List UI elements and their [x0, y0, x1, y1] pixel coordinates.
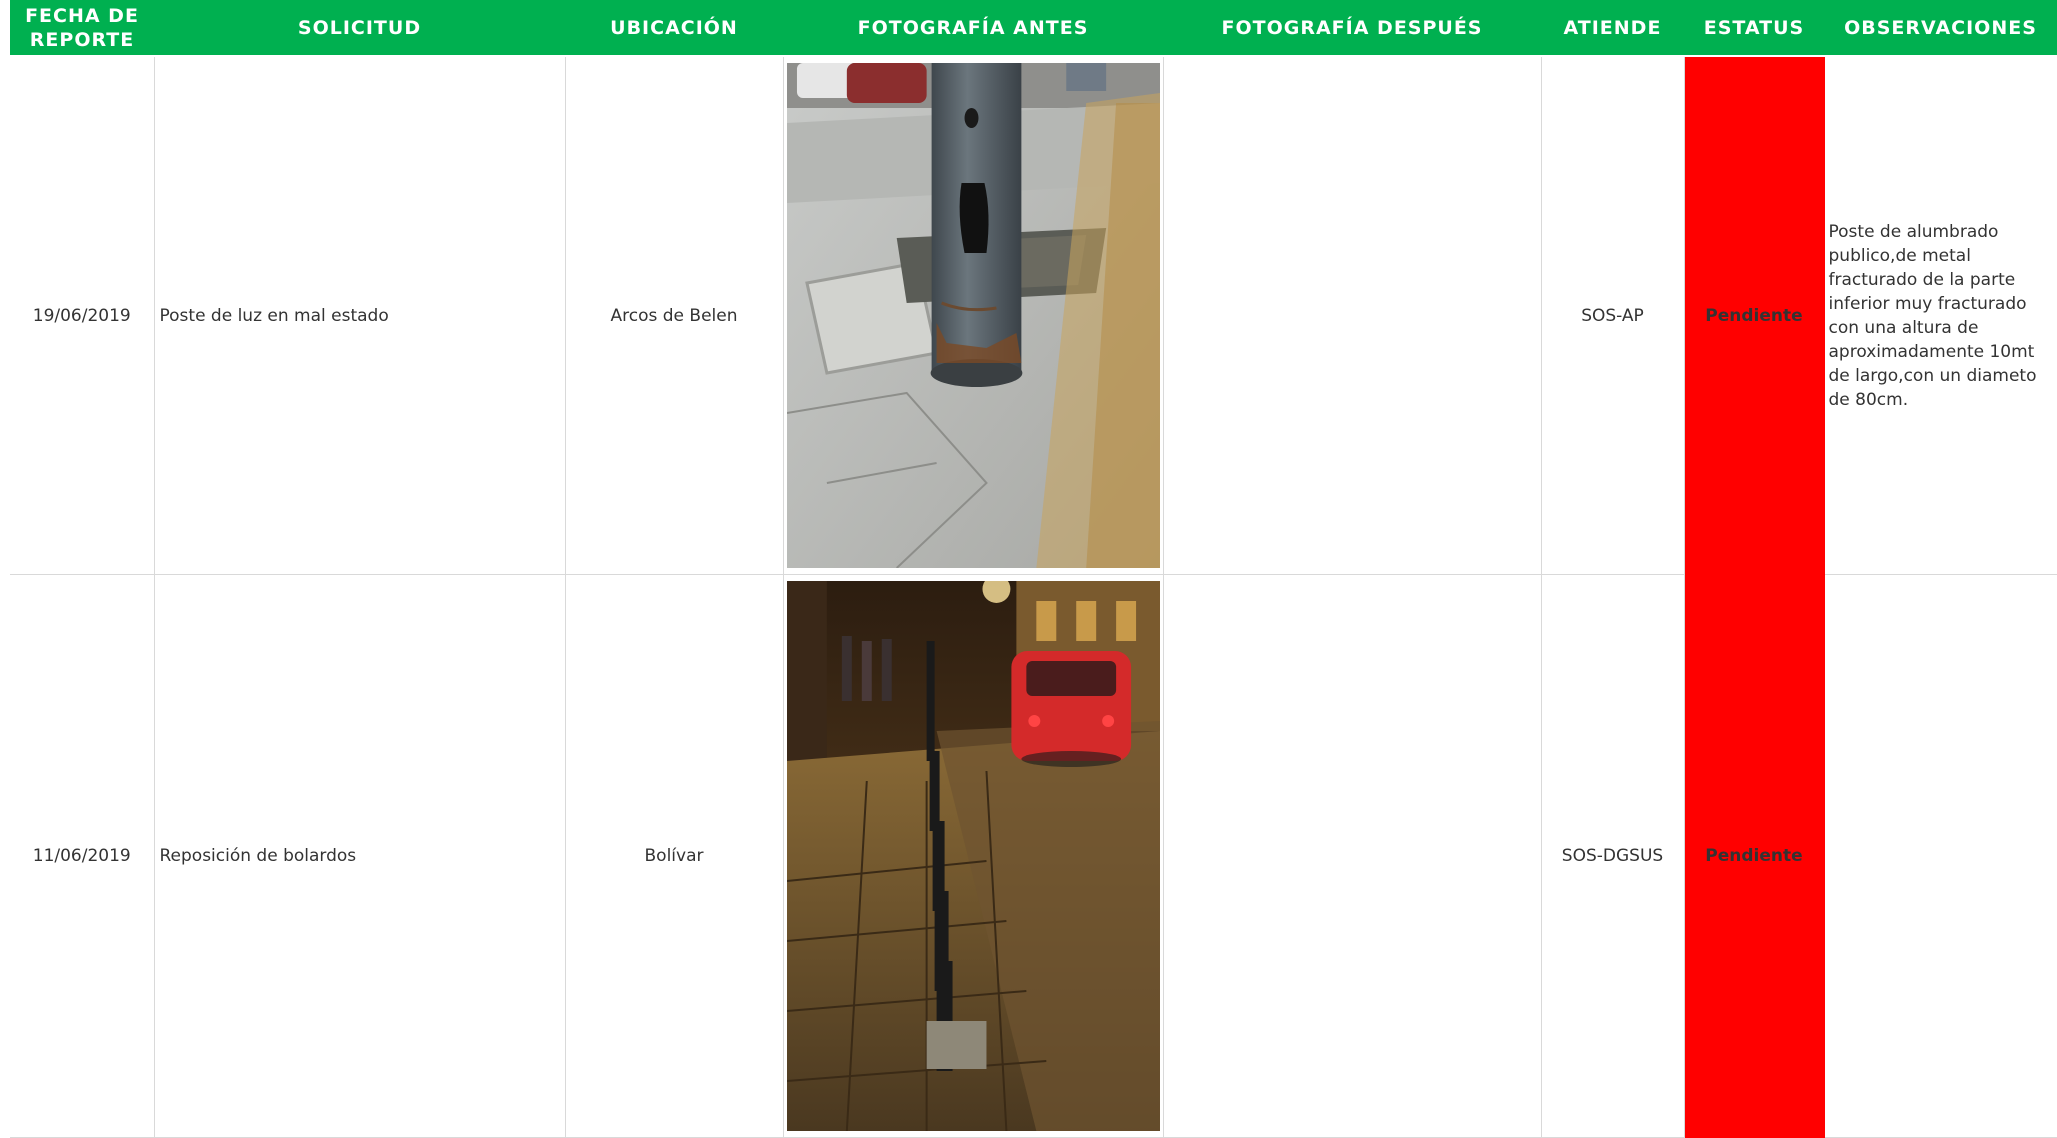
header-solicitud: SOLICITUD	[154, 0, 565, 57]
report-sheet: FECHA DE REPORTE SOLICITUD UBICACIÓN FOT…	[10, 0, 2057, 1138]
cell-observaciones	[1824, 574, 2057, 1138]
cell-atiende: SOS-AP	[1541, 56, 1685, 575]
cell-solicitud: Poste de luz en mal estado	[154, 56, 566, 575]
header-atiende: ATIENDE	[1541, 0, 1684, 57]
cell-solicitud: Reposición de bolardos	[154, 574, 566, 1138]
report-table: FECHA DE REPORTE SOLICITUD UBICACIÓN FOT…	[10, 0, 2057, 1138]
header-foto-antes: FOTOGRAFÍA ANTES	[783, 0, 1163, 57]
cell-foto-despues	[1163, 56, 1542, 575]
cell-foto-antes	[783, 574, 1164, 1138]
cell-ubicacion: Arcos de Belen	[565, 56, 784, 575]
status-badge: Pendiente	[1684, 56, 1825, 575]
broken-lamp-post-photo	[786, 63, 1160, 568]
status-badge: Pendiente	[1684, 574, 1825, 1138]
header-fecha: FECHA DE REPORTE	[10, 0, 154, 57]
header-foto-despues: FOTOGRAFÍA DESPUÉS	[1163, 0, 1541, 57]
table-row: 19/06/2019 Poste de luz en mal estado Ar…	[10, 56, 2057, 575]
cell-foto-despues	[1163, 574, 1542, 1138]
header-row: FECHA DE REPORTE SOLICITUD UBICACIÓN FOT…	[10, 0, 2057, 57]
header-ubicacion: UBICACIÓN	[565, 0, 783, 57]
cell-fecha: 11/06/2019	[10, 574, 155, 1138]
header-estatus: ESTATUS	[1684, 0, 1824, 57]
cell-atiende: SOS-DGSUS	[1541, 574, 1685, 1138]
cell-fecha: 19/06/2019	[10, 56, 155, 575]
street-bollards-night-photo	[786, 581, 1160, 1131]
cell-ubicacion: Bolívar	[565, 574, 784, 1138]
cell-observaciones: Poste de alumbrado publico,de metal frac…	[1824, 56, 2057, 575]
cell-foto-antes	[783, 56, 1164, 575]
header-observaciones: OBSERVACIONES	[1824, 0, 2057, 57]
table-row: 11/06/2019 Reposición de bolardos Bolíva…	[10, 574, 2057, 1138]
